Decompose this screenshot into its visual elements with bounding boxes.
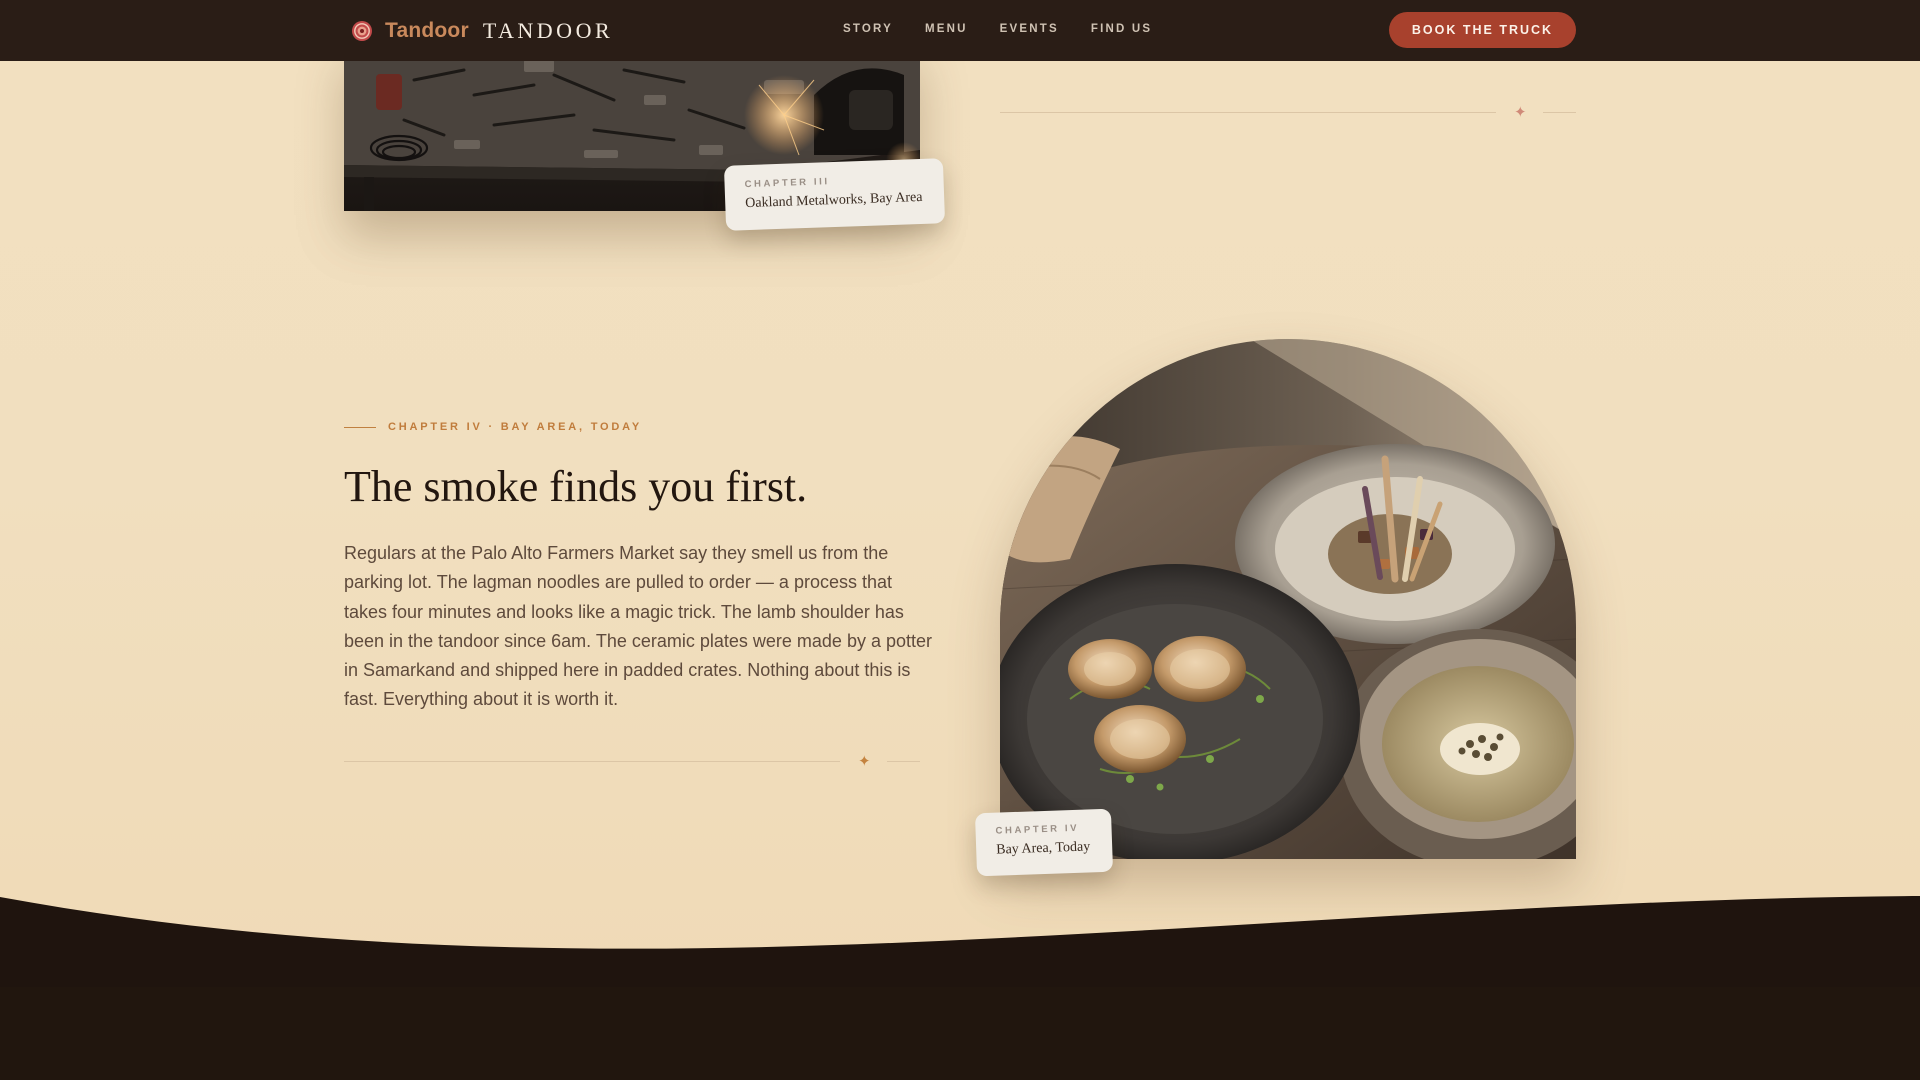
primary-menu: STORY MENU EVENTS FIND US (843, 23, 1184, 35)
chapter-4-food-photo (1000, 339, 1576, 859)
divider-line-right (1543, 112, 1576, 113)
caption-chapter-label: CHAPTER III (744, 176, 830, 191)
caption-chapter-label: CHAPTER IV (995, 822, 1080, 837)
star-ornament-icon: ✦ (858, 752, 871, 770)
brand-wordmark: TANDOOR (482, 17, 614, 43)
brand-logo-link[interactable]: Tandoor TANDOOR (351, 17, 613, 44)
star-ornament-icon: ✦ (1514, 103, 1527, 121)
footer-wave-divider (0, 896, 1920, 1080)
chapter-4-eyebrow: CHAPTER IV · BAY AREA, TODAY (344, 421, 642, 433)
flame-rosette-icon (352, 20, 372, 41)
divider-line-right (887, 761, 920, 762)
chapter-3-photo-caption: CHAPTER III Oakland Metalworks, Bay Area (723, 158, 946, 231)
top-navigation-bar: Tandoor TANDOOR STORY MENU EVENTS FIND U… (0, 0, 1920, 61)
section-divider-top: ✦ (1000, 104, 1576, 120)
caption-place: Oakland Metalworks, Bay Area (745, 189, 923, 212)
book-the-truck-button[interactable]: BOOK THE TRUCK (1389, 12, 1576, 48)
chapter-4-photo-caption: CHAPTER IV Bay Area, Today (974, 808, 1114, 877)
nav-link-story[interactable]: STORY (843, 23, 893, 35)
nav-link-menu[interactable]: MENU (925, 23, 968, 35)
caption-place: Bay Area, Today (995, 839, 1091, 858)
nav-link-events[interactable]: EVENTS (1000, 23, 1059, 35)
divider-line-left (1000, 112, 1496, 113)
eyebrow-label: CHAPTER IV · BAY AREA, TODAY (388, 421, 643, 433)
section-divider-mid: ✦ (344, 753, 920, 769)
eyebrow-rule (344, 426, 376, 428)
divider-line-left (344, 761, 840, 762)
nav-link-find-us[interactable]: FIND US (1091, 23, 1152, 35)
chapter-4-body: Regulars at the Palo Alto Farmers Market… (344, 543, 932, 710)
chapter-4-headline: The smoke finds you first. (344, 462, 808, 511)
brand-name: Tandoor (385, 18, 469, 42)
